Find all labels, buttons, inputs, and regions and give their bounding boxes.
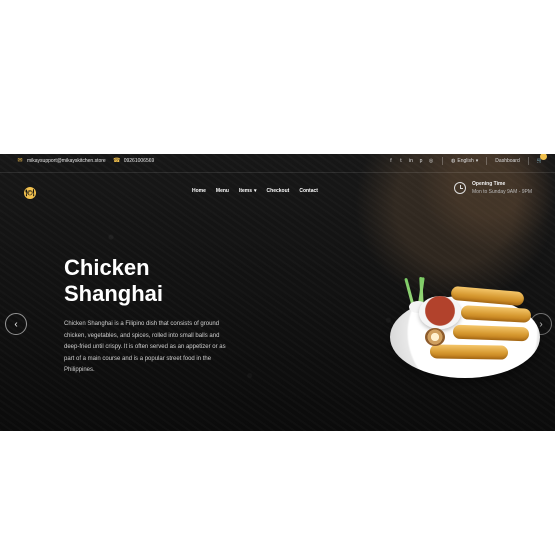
nav-menu: Home Menu Items ▾ Checkout Contact: [192, 188, 318, 194]
hero-description: Chicken Shanghai is a Filipino dish that…: [64, 321, 226, 373]
chevron-left-icon: ‹: [14, 318, 18, 330]
clock-icon: [454, 182, 466, 194]
dribbble-icon[interactable]: ◎: [428, 158, 434, 164]
nav-home[interactable]: Home: [192, 188, 206, 194]
hero-section: ✉ mikaysupport@mikayskitchen.store ☎ 092…: [0, 154, 555, 431]
twitter-icon[interactable]: t: [398, 158, 404, 164]
phone-contact[interactable]: ☎ 09261006569: [112, 158, 155, 164]
spring-roll: [429, 344, 509, 360]
divider: [442, 157, 443, 165]
email-text: mikaysupport@mikayskitchen.store: [27, 158, 106, 164]
opening-text: Opening Time Mon to Sunday 9AM - 9PM: [472, 181, 532, 195]
nav-checkout-label: Checkout: [266, 188, 290, 194]
chevron-down-icon: ▾: [475, 158, 479, 164]
social-links: f t in p ◎: [388, 158, 434, 164]
facebook-icon[interactable]: f: [388, 158, 394, 164]
opening-label: Opening Time: [472, 181, 506, 187]
hero-dish-image: [390, 276, 545, 383]
dipping-sauce: [419, 296, 461, 329]
nav-checkout[interactable]: Checkout: [267, 188, 290, 194]
site-logo[interactable]: 🍽: [24, 187, 36, 199]
language-selector[interactable]: ◍ English ▾: [451, 158, 478, 164]
opening-hours: Opening Time Mon to Sunday 9AM - 9PM: [454, 181, 532, 195]
hero-title: Chicken Shanghai: [64, 255, 164, 306]
email-contact[interactable]: ✉ mikaysupport@mikayskitchen.store: [17, 158, 106, 164]
cart-button[interactable]: 🛒: [537, 154, 547, 164]
linkedin-icon[interactable]: in: [408, 158, 414, 164]
dashboard-link[interactable]: Dashboard: [495, 158, 519, 164]
spring-roll: [452, 324, 530, 342]
nav-contact-label: Contact: [299, 188, 318, 194]
cart-badge: [540, 154, 547, 160]
top-right-controls: f t in p ◎ ◍ English ▾ Dashboard 🛒: [388, 154, 547, 165]
nav-home-label: Home: [192, 188, 206, 194]
carousel-prev-button[interactable]: ‹: [5, 313, 27, 335]
main-navigation: 🍽 Home Menu Items ▾ Checkout Contact Ope…: [0, 181, 555, 211]
pinterest-icon[interactable]: p: [418, 158, 424, 164]
opening-time: Mon to Sunday 9AM - 9PM: [472, 189, 533, 195]
contact-info: ✉ mikaysupport@mikayskitchen.store ☎ 092…: [17, 158, 154, 164]
nav-items[interactable]: Items ▾: [239, 188, 257, 194]
nav-items-label: Items: [238, 188, 253, 194]
phone-text: 09261006569: [123, 158, 155, 164]
top-bar: ✉ mikaysupport@mikayskitchen.store ☎ 092…: [0, 154, 555, 173]
dashboard-label: Dashboard: [495, 158, 520, 164]
language-label: English: [457, 158, 474, 164]
spring-roll-cross-section: [425, 328, 445, 346]
nav-menu-link[interactable]: Menu: [216, 188, 229, 194]
divider: [527, 157, 529, 165]
globe-icon: ◍: [451, 158, 456, 164]
divider: [486, 157, 488, 165]
phone-icon: ☎: [112, 158, 121, 164]
nav-contact[interactable]: Contact: [299, 188, 318, 194]
nav-menu-label: Menu: [215, 188, 229, 194]
mail-icon: ✉: [17, 158, 23, 164]
chevron-down-icon: ▾: [254, 188, 257, 194]
